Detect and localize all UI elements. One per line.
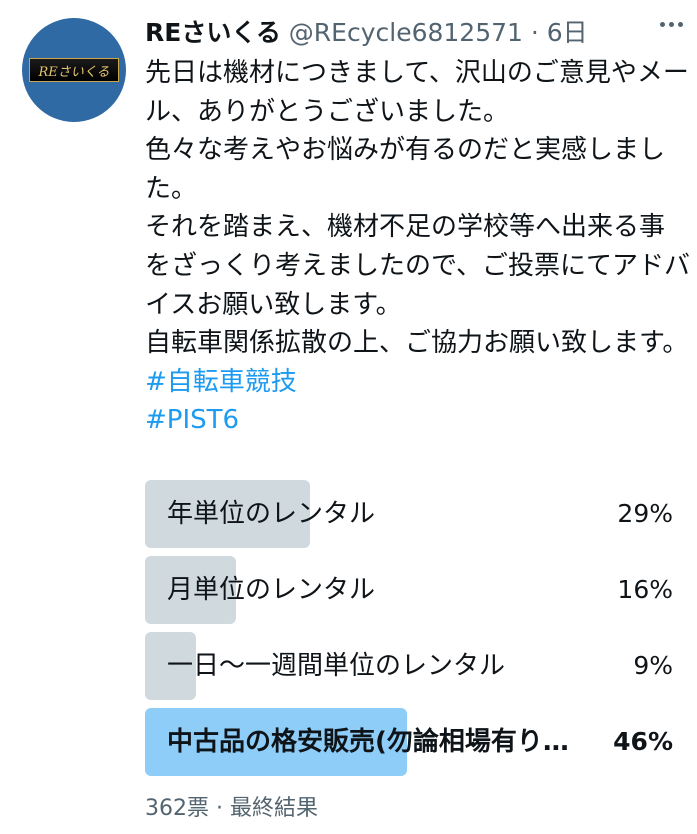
tweet-paragraph: 自転車関係拡散の上、ご協力お願い致します。 [145, 328, 689, 359]
more-dot [678, 22, 683, 27]
poll-option-percent: 9% [633, 651, 673, 680]
poll-option: 一日〜一週間単位のレンタル 9% [145, 632, 673, 700]
poll-option-percent: 46% [613, 727, 673, 756]
avatar-logo: REさいくる [29, 58, 119, 82]
poll-option-label: 中古品の格安販売(勿論相場有り… [167, 727, 569, 757]
poll: 年単位のレンタル 29% 月単位のレンタル 16% 一日〜一週間単位のレンタル … [145, 480, 673, 784]
tweet-header: REさいくる @REcycle6812571 · 6日 [145, 16, 657, 50]
poll-option-label: 一日〜一週間単位のレンタル [167, 651, 506, 681]
tweet-paragraph: 先日は機材につきまして、沢山のご意見やメール、ありがとうございました。 [145, 58, 689, 127]
tweet-paragraph: 色々な考えやお悩みが有るのだと実感しました。 [145, 135, 666, 204]
hashtag-link[interactable]: #PIST6 [145, 401, 690, 440]
more-icon[interactable] [660, 22, 683, 27]
author-name[interactable]: REさいくる [145, 18, 281, 47]
avatar[interactable]: REさいくる [22, 18, 126, 122]
tweet-time[interactable]: 6日 [547, 18, 588, 47]
author-handle[interactable]: @REcycle6812571 [289, 18, 523, 47]
poll-option-percent: 16% [617, 575, 673, 604]
separator: · [522, 18, 547, 47]
poll-option: 月単位のレンタル 16% [145, 556, 673, 624]
avatar-logo-text: REさいくる [38, 64, 110, 80]
more-dot [669, 22, 674, 27]
poll-option-label: 月単位のレンタル [167, 575, 376, 605]
poll-option-percent: 29% [617, 499, 673, 528]
poll-option: 年単位のレンタル 29% [145, 480, 673, 548]
poll-footer: 362票 · 最終結果 [145, 796, 318, 821]
hashtag-link[interactable]: #自転車競技 [145, 363, 690, 402]
poll-option: 中古品の格安販売(勿論相場有り… 46% [145, 708, 673, 776]
poll-option-label: 年単位のレンタル [167, 499, 376, 529]
tweet-text: 先日は機材につきまして、沢山のご意見やメール、ありがとうございました。 色々な考… [145, 54, 690, 440]
more-dot [660, 22, 665, 27]
tweet-paragraph: それを踏まえ、機材不足の学校等へ出来る事をざっくり考えましたので、ご投票にてアド… [145, 212, 690, 320]
